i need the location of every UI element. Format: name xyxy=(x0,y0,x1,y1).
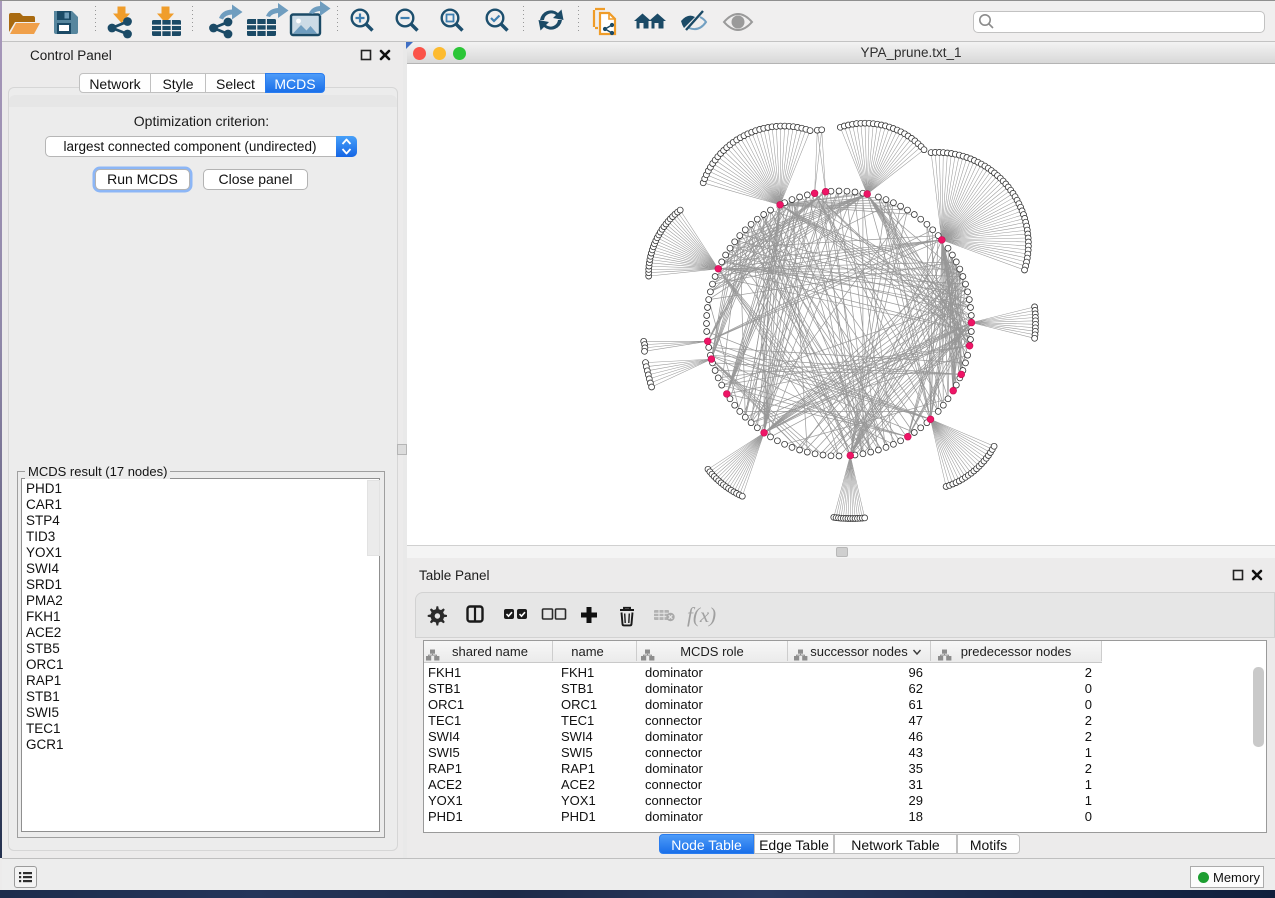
svg-text:f(x): f(x) xyxy=(687,603,716,627)
